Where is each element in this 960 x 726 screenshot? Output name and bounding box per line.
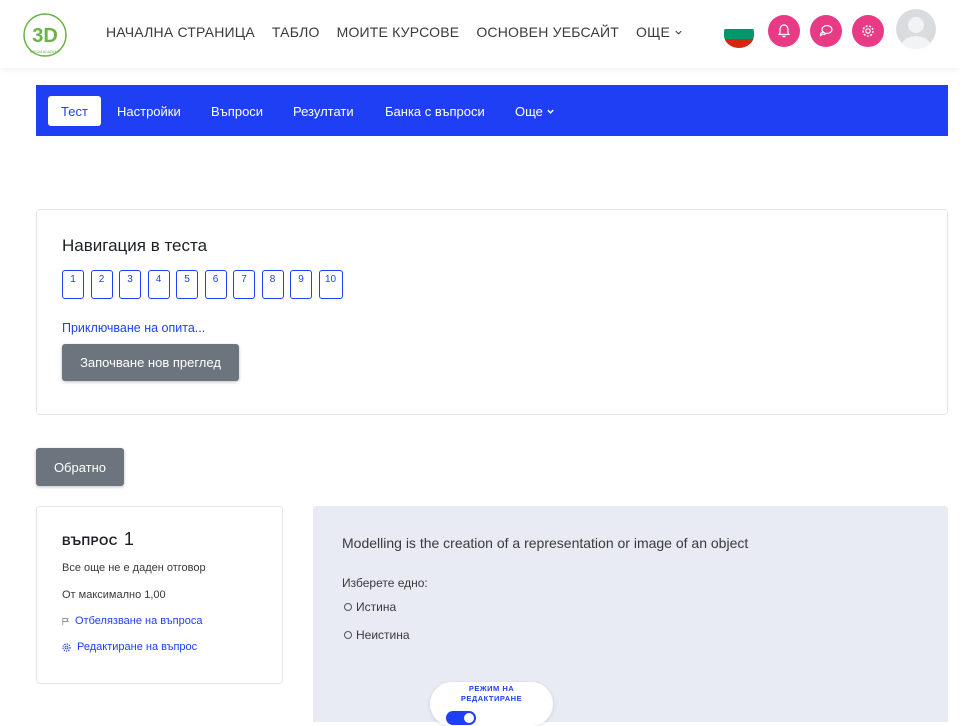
edit-question-link[interactable]: Редактиране на въпрос xyxy=(61,641,197,653)
gear-icon xyxy=(62,642,71,652)
edit-mode-label: РЕЖИМ НА РЕДАКТИРАНЕ xyxy=(430,684,553,704)
nav-my-courses[interactable]: МОИТЕ КУРСОВЕ xyxy=(337,24,460,40)
flag-question-link[interactable]: Отбелязване на въпроса xyxy=(61,615,202,627)
flag-icon xyxy=(62,617,70,626)
language-flag-icon[interactable] xyxy=(724,20,754,48)
edit-mode-label-line2: РЕДАКТИРАНЕ xyxy=(460,694,523,703)
edit-mode-label-line1: РЕЖИМ НА xyxy=(468,684,515,693)
nav-home[interactable]: НАЧАЛНА СТРАНИЦА xyxy=(106,24,255,40)
bell-icon xyxy=(777,24,791,38)
edit-mode-switch[interactable] xyxy=(446,711,476,725)
main-navigation: НАЧАЛНА СТРАНИЦА ТАБЛО МОИТЕ КУРСОВЕ ОСН… xyxy=(106,24,700,40)
max-marks: От максимално 1,00 xyxy=(62,589,166,601)
question-button[interactable]: 5 xyxy=(176,270,198,299)
question-button[interactable]: 6 xyxy=(204,270,227,299)
edit-question-label: Редактиране на въпрос xyxy=(77,641,198,653)
answer-status: Все още не е даден отговор xyxy=(62,562,206,574)
gear-icon xyxy=(862,25,874,37)
question-button[interactable]: 8 xyxy=(261,270,284,299)
top-header: 3D STEAM ACADEMY НАЧАЛНА СТРАНИЦА ТАБЛО … xyxy=(0,0,960,68)
question-button[interactable]: 10 xyxy=(318,270,343,299)
messages-button[interactable] xyxy=(810,15,842,47)
question-number-value: 1 xyxy=(123,529,135,549)
finish-attempt-link[interactable]: Приключване на опита... xyxy=(62,321,205,335)
settings-button[interactable] xyxy=(852,15,884,47)
edit-mode-toggle[interactable]: РЕЖИМ НА РЕДАКТИРАНЕ xyxy=(430,682,553,726)
nav-dashboard[interactable]: ТАБЛО xyxy=(272,24,320,40)
question-info-card: ВЪПРОС 1 Все още не е даден отговор От м… xyxy=(36,506,283,684)
tab-questions[interactable]: Въпроси xyxy=(211,96,263,126)
question-label: ВЪПРОС xyxy=(62,534,118,548)
chat-icon xyxy=(819,24,833,37)
user-icon xyxy=(901,17,931,49)
tab-question-bank[interactable]: Банка с въпроси xyxy=(385,96,485,126)
tab-more[interactable]: Още xyxy=(515,96,555,126)
choose-one-prompt: Изберете едно: xyxy=(342,576,428,590)
chevron-down-icon xyxy=(547,109,554,114)
question-button[interactable]: 4 xyxy=(147,270,170,299)
flag-question-label: Отбелязване на въпроса xyxy=(75,615,203,627)
answer-option-false[interactable]: Неистина xyxy=(344,628,410,642)
secondary-navigation: Тест Настройки Въпроси Резултати Банка с… xyxy=(36,85,948,136)
svg-text:STEAM ACADEMY: STEAM ACADEMY xyxy=(30,50,61,54)
question-number: ВЪПРОС 1 xyxy=(62,529,134,550)
notifications-button[interactable] xyxy=(768,15,800,47)
start-new-preview-button[interactable]: Започване нов преглед xyxy=(62,344,239,381)
nav-main-website[interactable]: ОСНОВЕН УЕБСАЙТ xyxy=(476,24,619,40)
flag-stripe-red xyxy=(724,38,754,48)
nav-more-label: ОЩЕ xyxy=(636,24,670,40)
answer-option-label: Неистина xyxy=(356,628,410,642)
tab-more-label: Още xyxy=(515,103,543,119)
quiz-navigation-title: Навигация в теста xyxy=(62,236,208,255)
question-button[interactable]: 2 xyxy=(90,270,113,299)
quiz-navigation-card: Навигация в теста 1 2 3 4 5 6 7 8 9 10 П… xyxy=(36,209,948,415)
flag-stripe-green xyxy=(724,29,754,39)
chevron-down-icon xyxy=(675,30,682,35)
tab-settings[interactable]: Настройки xyxy=(117,96,181,126)
question-button[interactable]: 7 xyxy=(233,270,255,299)
answer-option-true[interactable]: Истина xyxy=(344,600,396,614)
radio-false[interactable] xyxy=(344,631,352,639)
tab-results[interactable]: Резултати xyxy=(293,96,354,126)
back-button[interactable]: Обратно xyxy=(36,448,124,486)
tab-quiz[interactable]: Тест xyxy=(48,96,101,126)
question-content-panel: Modelling is the creation of a represent… xyxy=(313,506,948,722)
question-button[interactable]: 3 xyxy=(119,270,141,299)
nav-more[interactable]: ОЩЕ xyxy=(636,24,683,40)
question-button[interactable]: 9 xyxy=(290,270,312,299)
question-button[interactable]: 1 xyxy=(62,270,84,299)
answer-option-label: Истина xyxy=(356,600,397,614)
user-avatar[interactable] xyxy=(896,9,936,49)
question-text: Modelling is the creation of a represent… xyxy=(342,535,749,551)
svg-text:3D: 3D xyxy=(32,25,58,47)
radio-true[interactable] xyxy=(344,603,352,611)
site-logo[interactable]: 3D STEAM ACADEMY xyxy=(22,12,68,58)
flag-stripe-white xyxy=(724,20,754,30)
question-buttons: 1 2 3 4 5 6 7 8 9 10 xyxy=(62,270,349,299)
